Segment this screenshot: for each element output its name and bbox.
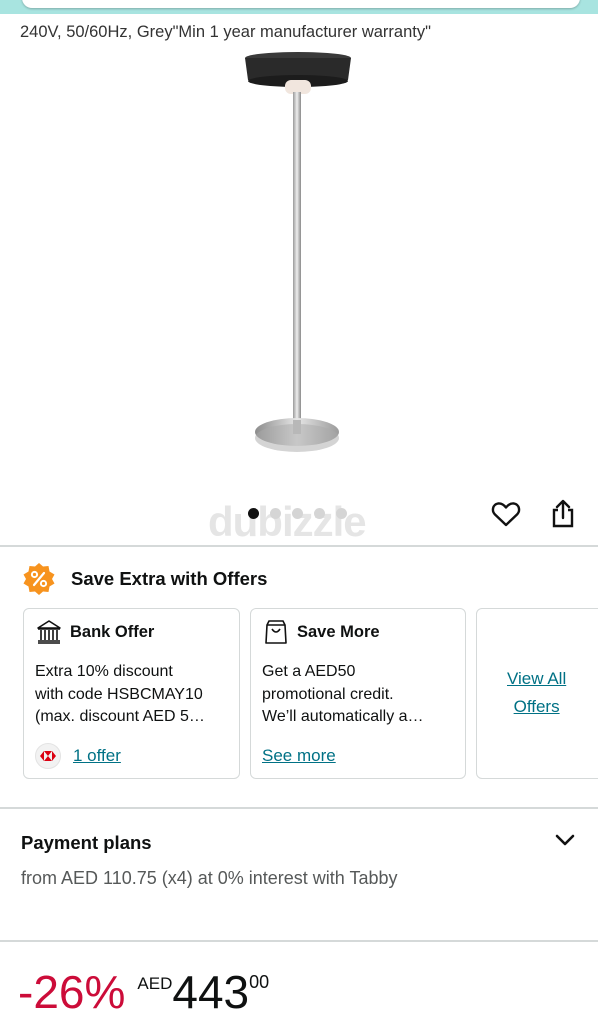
shopping-bag-icon: [265, 620, 287, 644]
price-currency: AED: [137, 974, 173, 993]
card-title: Bank Offer: [70, 622, 155, 641]
section-divider: [0, 807, 598, 809]
heart-icon[interactable]: [490, 498, 522, 530]
chevron-down-icon[interactable]: [553, 828, 577, 852]
patio-heater-image[interactable]: [230, 50, 370, 460]
share-icon[interactable]: [547, 498, 579, 530]
card-text-line: promotional credit.: [262, 685, 394, 703]
view-all-line: View All: [507, 669, 567, 688]
card-title: Save More: [297, 622, 380, 641]
section-divider: [0, 940, 598, 942]
card-text-line: with code HSBCMAY10: [35, 685, 203, 703]
carousel-dot[interactable]: [248, 508, 259, 519]
card-text-line: Extra 10% discount: [35, 663, 173, 680]
save-more-card[interactable]: Save More Get a AED50 promotional credit…: [250, 608, 466, 779]
card-text-line: (max. discount AED 5…: [35, 708, 205, 725]
search-field-edge[interactable]: [22, 0, 580, 8]
price-block: -26% AED 443 00: [18, 962, 269, 1022]
product-subtitle: 240V, 50/60Hz, Grey"Min 1 year manufactu…: [20, 23, 431, 41]
view-all-offers-link[interactable]: View All Offers: [507, 665, 566, 721]
carousel-dot[interactable]: [270, 508, 281, 519]
view-all-offers-card[interactable]: View All Offers: [476, 608, 598, 779]
payment-plans-description: from AED 110.75 (x4) at 0% interest with…: [21, 868, 398, 888]
section-divider: [0, 545, 598, 547]
price-whole: 443: [172, 966, 250, 1018]
percent-badge-icon: [23, 563, 55, 595]
image-carousel-indicator[interactable]: [248, 508, 347, 519]
payment-plans-title: Payment plans: [21, 832, 152, 853]
hsbc-logo-icon: [35, 743, 61, 769]
watermark-logo: dubizzle: [208, 498, 367, 545]
bank-offer-card[interactable]: Bank Offer Extra 10% discount with code …: [23, 608, 240, 779]
discount-percent: -26%: [18, 966, 126, 1018]
see-more-link[interactable]: See more: [262, 746, 336, 766]
card-text-line: Get a AED50: [262, 663, 356, 680]
search-bar-edge: [0, 0, 598, 14]
price-fraction: 00: [249, 972, 270, 992]
bank-offer-link[interactable]: 1 offer: [73, 746, 121, 766]
carousel-dot[interactable]: [314, 508, 325, 519]
bank-icon: [37, 620, 61, 644]
offers-title: Save Extra with Offers: [71, 568, 268, 589]
carousel-dot[interactable]: [336, 508, 347, 519]
card-text-line: We’ll automatically a…: [262, 708, 424, 725]
view-all-line: Offers: [513, 697, 560, 716]
offers-header: Save Extra with Offers: [22, 562, 267, 596]
carousel-dot[interactable]: [292, 508, 303, 519]
